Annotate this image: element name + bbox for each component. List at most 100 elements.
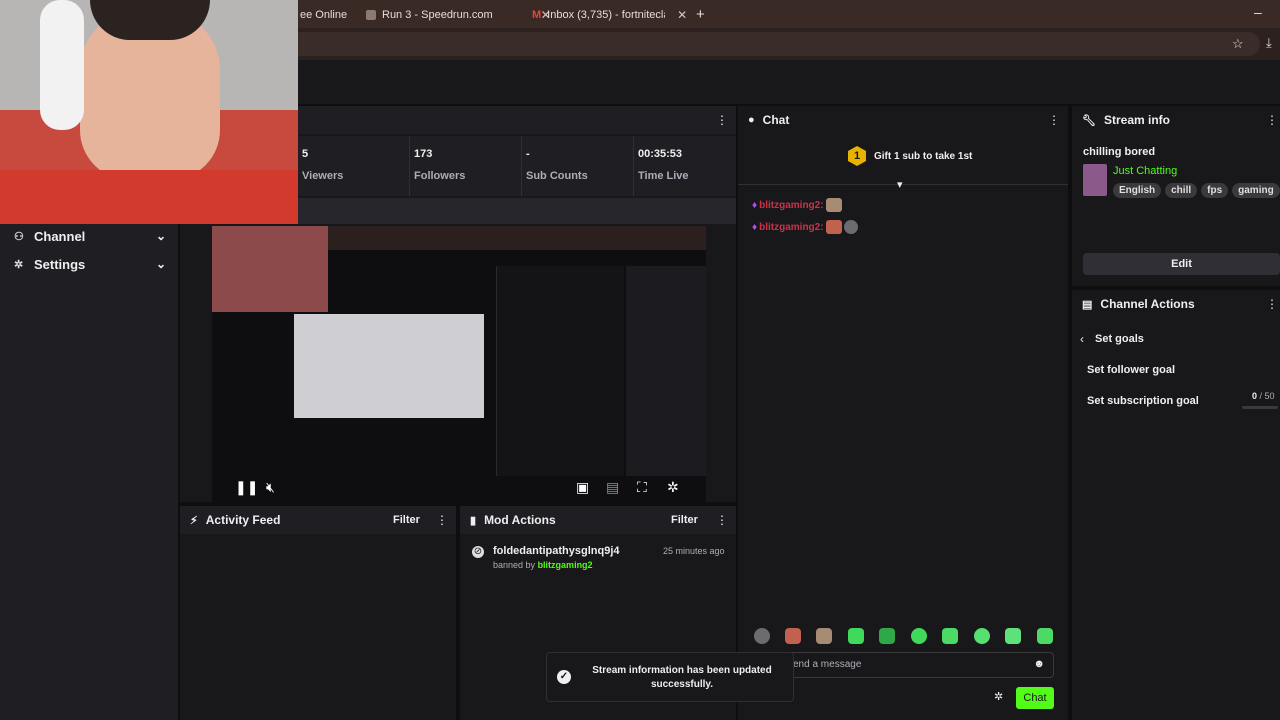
chat-message: ♦ blitzgaming2: <box>752 220 858 234</box>
panel-title: Mod Actions <box>484 513 556 527</box>
tag[interactable]: chill <box>1165 183 1198 198</box>
chat-message: ♦ blitzgaming2: <box>752 198 842 212</box>
minimize-icon[interactable]: – <box>1254 4 1262 20</box>
ban-prefix: banned by <box>493 560 536 570</box>
more-options-icon[interactable]: ⋮ <box>1048 113 1060 127</box>
stat-value: - <box>526 148 530 160</box>
filter-button[interactable]: Filter <box>671 514 698 526</box>
more-options-icon[interactable]: ⋮ <box>716 513 728 527</box>
stream-title: chilling bored <box>1083 146 1156 158</box>
tag[interactable]: gaming <box>1232 183 1280 198</box>
gift-rank-badge: 1 <box>848 146 866 166</box>
emote-icon[interactable] <box>754 628 770 644</box>
webcam-overlay <box>0 0 298 224</box>
collapse-icon[interactable]: ▾ <box>897 178 903 191</box>
back-label[interactable]: Set goals <box>1095 333 1144 345</box>
chat-input[interactable]: end a message ☻ <box>788 652 1054 678</box>
headset-icon <box>40 0 84 130</box>
banned-username[interactable]: foldedantipathysglnq9j4 <box>493 545 620 557</box>
ban-detail: banned by blitzgaming2 <box>493 560 593 570</box>
toast-message: Stream information has been updated succ… <box>587 664 777 692</box>
stream-info-panel: 🔧︎ Stream info ⋮ chilling bored Just Cha… <box>1072 106 1280 286</box>
sub-goal-progress: 0 / 50 <box>1252 391 1275 401</box>
emote-icon[interactable] <box>879 628 895 644</box>
mic-icon: ♦ <box>752 199 758 211</box>
emote-icon[interactable] <box>1005 628 1021 644</box>
category-box-art <box>1083 164 1107 196</box>
chat-send-button[interactable]: Chat <box>1016 687 1054 709</box>
stat-label: Sub Counts <box>526 170 588 182</box>
picture-in-picture-icon[interactable]: ▣ <box>576 479 589 496</box>
stat-value: 00:35:53 <box>638 148 683 160</box>
more-options-icon[interactable]: ⋮ <box>436 513 448 527</box>
more-options-icon[interactable]: ⋮ <box>716 113 728 127</box>
gear-icon[interactable]: ✲ <box>667 479 679 496</box>
more-options-icon[interactable]: ⋮ <box>1266 297 1278 311</box>
list-icon: ▤ <box>1082 298 1093 311</box>
category-link[interactable]: Just Chatting <box>1113 165 1177 177</box>
speedrun-favicon-icon <box>366 10 376 20</box>
browser-tab[interactable]: ee Online ✕ <box>300 4 375 26</box>
chat-username[interactable]: blitzgaming2: <box>759 222 823 233</box>
emote-icon[interactable] <box>942 628 958 644</box>
sidebar-item-channel[interactable]: ⚇ Channel ⌄ <box>14 226 166 246</box>
emote-icon[interactable] <box>848 628 864 644</box>
emote-icon[interactable] <box>1037 628 1053 644</box>
emote-icon[interactable] <box>974 628 990 644</box>
stat-label: Viewers <box>302 170 344 182</box>
toast-line: Stream information has been updated <box>592 665 772 676</box>
emote-icon <box>825 220 842 234</box>
stat-label: Time Live <box>638 170 689 182</box>
pause-icon[interactable]: ❚❚ <box>235 479 258 496</box>
toast-notification: ✓ Stream information has been updated su… <box>546 652 794 702</box>
download-icon[interactable]: ⤓ <box>1266 35 1272 51</box>
emote-icon[interactable] <box>816 628 832 644</box>
tag[interactable]: fps <box>1201 183 1229 198</box>
stat-label: Followers <box>414 170 466 182</box>
mute-icon[interactable]: 🔇︎ <box>266 479 275 496</box>
new-tab-button[interactable]: + <box>696 6 705 23</box>
chevron-left-icon[interactable]: ‹ <box>1080 332 1084 346</box>
video-player[interactable] <box>212 226 706 502</box>
tag[interactable]: English <box>1113 183 1162 198</box>
panel-title: Channel Actions <box>1100 297 1195 311</box>
gift-leaderboard-text[interactable]: Gift 1 sub to take 1st <box>874 151 972 162</box>
gear-icon: ✲ <box>14 258 24 271</box>
edit-button[interactable]: Edit <box>1083 253 1280 275</box>
emoji-icon[interactable]: ☻ <box>1033 658 1045 670</box>
wrench-icon: 🔧︎ <box>1082 114 1096 127</box>
panel-title: Activity Feed <box>205 513 281 527</box>
more-options-icon[interactable]: ⋮ <box>1266 113 1278 127</box>
stream-info-header: 🔧︎ Stream info <box>1072 106 1280 134</box>
star-icon[interactable]: ☆ <box>1232 36 1244 52</box>
chat-bubble-icon: ● <box>748 114 755 126</box>
webcam-shirt <box>0 170 298 224</box>
address-input[interactable] <box>280 32 1260 56</box>
tab-label: Run 3 - Speedrun.com <box>382 9 493 21</box>
close-icon[interactable]: ✕ <box>677 8 687 22</box>
theatre-mode-icon[interactable]: ▤ <box>606 479 619 496</box>
gear-icon[interactable]: ✲ <box>994 690 1003 703</box>
emote-icon[interactable] <box>911 628 927 644</box>
checkmark-icon: ✓ <box>557 670 571 684</box>
chat-input-placeholder: end a message <box>793 659 862 670</box>
shield-icon: ▮ <box>470 514 477 527</box>
emote-icon <box>843 220 858 234</box>
sidebar-item-settings[interactable]: ✲ Settings ⌄ <box>14 254 166 274</box>
browser-tab[interactable]: Run 3 - Speedrun.com ✕ <box>366 4 551 26</box>
video-nested-chat <box>496 266 624 476</box>
emote-icon[interactable] <box>785 628 801 644</box>
fullscreen-icon[interactable]: ⛶ <box>637 479 647 496</box>
chevron-down-icon[interactable]: ⌄ <box>156 257 166 271</box>
browser-tab[interactable]: M Inbox (3,735) - fortniteclanclan ✕ <box>532 4 687 26</box>
subscription-goal-item[interactable]: Set subscription goal <box>1087 395 1199 407</box>
chat-username[interactable]: blitzgaming2: <box>759 200 823 211</box>
moderator-name[interactable]: blitzgaming2 <box>538 560 593 570</box>
filter-button[interactable]: Filter <box>393 514 420 526</box>
chevron-down-icon[interactable]: ⌄ <box>156 229 166 243</box>
channel-actions-header: ▤ Channel Actions <box>1072 290 1280 318</box>
follower-goal-item[interactable]: Set follower goal <box>1087 364 1175 376</box>
gmail-icon: M <box>532 9 542 21</box>
chat-header: ● Chat <box>738 106 1068 134</box>
sidebar-item-label: Channel <box>34 228 86 244</box>
